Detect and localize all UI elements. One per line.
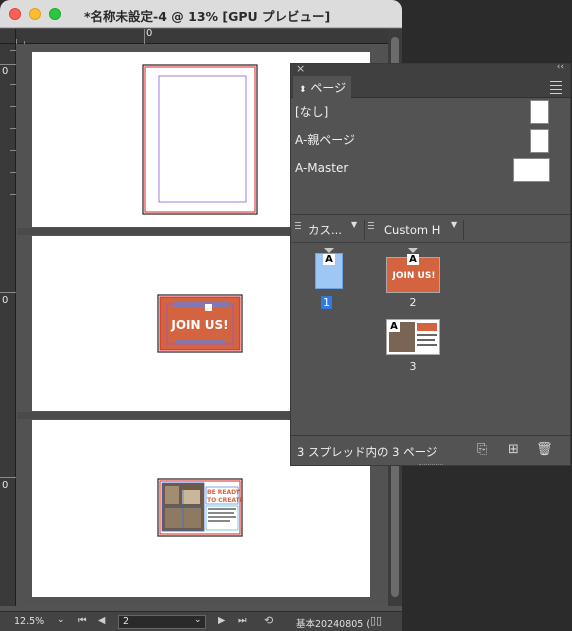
ruler-tick — [10, 194, 16, 195]
master-a-parent-thumbnail[interactable] — [530, 129, 549, 153]
page-2-thumb-text: JOIN US! — [392, 271, 436, 281]
page-3-number[interactable]: 3 — [403, 360, 423, 373]
new-page-icon[interactable]: ⊞ — [508, 442, 519, 457]
panel-tab-bar: ⬍ ページ — [291, 76, 570, 98]
page-size-select-left[interactable]: カス... — [308, 221, 342, 239]
title-bar: *名称未設定-4 @ 13% [GPU プレビュー] — [0, 0, 402, 28]
ruler-tick — [10, 106, 16, 107]
master-label: [なし] — [295, 105, 329, 119]
master-none-thumbnail[interactable] — [530, 100, 549, 124]
vertical-ruler[interactable]: 0 0 0 — [0, 44, 16, 606]
ruler-tick — [10, 84, 16, 85]
preflight-profile[interactable]: 基本20240805 ( — [296, 616, 370, 630]
open-page-icon[interactable]: ⟲ — [264, 614, 273, 627]
ruler-origin[interactable] — [0, 29, 16, 44]
tab-pages-label: ページ — [310, 81, 347, 95]
ruler-tick — [0, 477, 16, 478]
master-prefix: A — [407, 254, 419, 265]
master-label: A-Master — [295, 161, 349, 175]
page-1-item[interactable]: A — [314, 248, 344, 294]
page-dropdown-icon[interactable]: ⌄ — [194, 615, 202, 625]
ruler-zero-label: 0 — [2, 295, 9, 306]
split-view-icon[interactable]: ▯▯ — [370, 614, 382, 627]
panel-menu-icon[interactable] — [550, 81, 562, 97]
ruler-tick — [24, 41, 25, 44]
ruler-tick — [10, 172, 16, 173]
poster-headline: JOIN US! — [170, 318, 228, 332]
zoom-level[interactable]: 12.5% — [14, 616, 44, 627]
page-number-field[interactable]: 2 — [118, 615, 206, 629]
zoom-dropdown-icon[interactable]: ⌄ — [57, 615, 65, 625]
page-1-number[interactable]: 1 — [321, 296, 332, 309]
edit-page-size-icon[interactable]: ⎘ — [477, 442, 487, 457]
master-a-parent[interactable]: A-親ページ — [295, 131, 555, 148]
minimize-window-button[interactable] — [29, 8, 41, 20]
ruler-zero-label: 0 — [2, 66, 9, 77]
pages-panel: × ‹‹ ⬍ ページ [なし] A-親ページ A-Master カス... ▼ … — [290, 62, 571, 466]
window-title: *名称未設定-4 @ 13% [GPU プレビュー] — [84, 9, 331, 24]
chevron-down-icon[interactable]: ▼ — [451, 220, 457, 229]
next-page-icon[interactable]: ▶ — [218, 615, 225, 626]
pages-list[interactable]: A 1 JOIN US! A 2 A 3 — [291, 244, 570, 434]
page-count-status: 3 スプレッド内の 3 ページ — [297, 445, 438, 459]
grip-icon — [295, 222, 301, 231]
master-a-master-thumbnail[interactable] — [513, 158, 550, 182]
ruler-tick — [10, 128, 16, 129]
zoom-window-button[interactable] — [49, 8, 61, 20]
close-window-button[interactable] — [9, 8, 21, 20]
panel-resize-handle[interactable] — [419, 464, 443, 467]
horizontal-ruler[interactable]: 0 — [16, 28, 388, 44]
panel-close-icon[interactable]: × — [296, 62, 305, 75]
master-none[interactable]: [なし] — [295, 103, 555, 120]
panel-divider[interactable] — [291, 214, 570, 215]
ruler-zero-label: 0 — [146, 28, 153, 39]
ruler-tick — [16, 39, 17, 44]
divider — [364, 220, 365, 240]
panel-footer: 3 スプレッド内の 3 ページ ⎘ ⊞ 🗑 — [291, 435, 570, 465]
ruler-tick — [10, 50, 16, 51]
ruler-tick — [144, 29, 145, 44]
page-2-number[interactable]: 2 — [403, 296, 423, 309]
ruler-zero-label: 0 — [2, 480, 9, 491]
panel-collapse-icon[interactable]: ‹‹ — [557, 62, 564, 72]
master-indicator-icon — [408, 248, 418, 253]
tab-pages[interactable]: ⬍ ページ — [293, 76, 351, 98]
divider — [463, 220, 464, 240]
page-size-select-right[interactable]: Custom H — [384, 221, 440, 239]
master-prefix: A — [388, 321, 400, 332]
trash-icon[interactable]: 🗑 — [536, 442, 553, 457]
up-down-arrows-icon: ⬍ — [299, 85, 307, 95]
ruler-tick — [0, 64, 16, 65]
grip-icon — [368, 222, 374, 231]
page-3-item[interactable]: A — [385, 316, 441, 356]
master-prefix: A — [323, 254, 335, 265]
chevron-down-icon[interactable]: ▼ — [351, 220, 357, 229]
ruler-tick — [10, 150, 16, 151]
panel-header[interactable]: × ‹‹ — [291, 62, 570, 76]
master-label: A-親ページ — [295, 133, 356, 147]
last-page-icon[interactable]: ⏭ — [238, 615, 247, 626]
page-2-item[interactable]: JOIN US! A — [385, 248, 441, 294]
previous-page-icon[interactable]: ◀ — [98, 615, 105, 626]
first-page-icon[interactable]: ⏮ — [78, 615, 87, 626]
page-size-bar: カス... ▼ Custom H ▼ — [291, 217, 570, 243]
ruler-tick — [0, 292, 16, 293]
flyer-headline-a: BE READY — [207, 489, 241, 496]
status-bar: 12.5% ⌄ ⏮ ◀ 2 ⌄ ▶ ⏭ ⟲ 基本20240805 ( ▯▯ — [0, 611, 402, 631]
